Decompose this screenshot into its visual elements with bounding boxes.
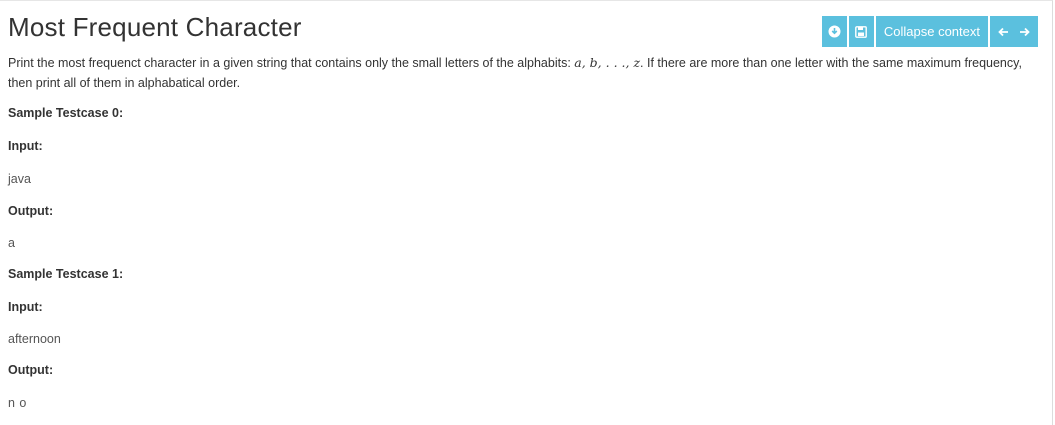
problem-page: Most Frequent Character Collapse context — [0, 0, 1053, 425]
floppy-disk-icon — [855, 25, 868, 38]
collapse-context-button[interactable]: Collapse context — [875, 16, 988, 47]
testcase-1-output-value: n o — [8, 396, 27, 410]
alphabet-math: a, b, . . ., z — [574, 55, 641, 70]
testcase-1-output-label: Output: — [8, 363, 54, 377]
description-text: Print the most frequenct character in a … — [8, 56, 575, 70]
testcase-1-input-value: afternoon — [8, 332, 61, 346]
arrow-left-icon[interactable] — [998, 27, 1009, 37]
testcase-0-output-value: a — [8, 236, 15, 250]
testcase-0-heading: Sample Testcase 0: — [8, 106, 124, 120]
testcase-0-input-label: Input: — [8, 139, 43, 153]
testcase-1-input-label: Input: — [8, 300, 43, 314]
save-button[interactable] — [848, 16, 874, 47]
nav-buttons — [990, 16, 1038, 47]
download-circle-icon — [828, 25, 841, 38]
problem-description: Print the most frequenct character in a … — [8, 53, 1038, 93]
testcase-0-output-label: Output: — [8, 204, 54, 218]
toolbar: Collapse context — [821, 16, 1038, 47]
testcase-0-input-value: java — [8, 172, 31, 186]
page-title: Most Frequent Character — [8, 12, 302, 42]
testcase-1-heading: Sample Testcase 1: — [8, 267, 124, 281]
arrow-right-icon[interactable] — [1019, 27, 1030, 37]
download-button[interactable] — [821, 16, 847, 47]
